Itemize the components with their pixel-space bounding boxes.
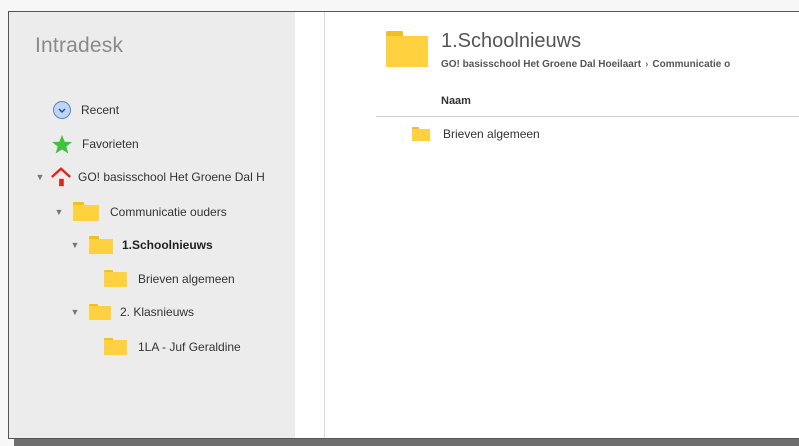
tree-item-klasnieuws[interactable]: ▼ 2. Klasnieuws [70,304,194,320]
sidebar-item-label: Favorieten [82,137,139,151]
caret-down-icon[interactable]: ▼ [70,307,80,317]
pane-divider[interactable] [324,12,325,438]
breadcrumb-item[interactable]: GO! basisschool Het Groene Dal Hoeilaart [441,59,641,70]
app-window: Intradesk Recent Favorieten ▼ GO! basiss… [8,11,799,439]
tree-item-label: Communicatie ouders [110,204,227,219]
sidebar: Intradesk Recent Favorieten ▼ GO! basiss… [9,12,295,438]
tree-item-label: 1LA - Juf Geraldine [138,339,241,354]
folder-icon [89,304,111,320]
breadcrumb-separator: › [645,59,649,70]
tree-item-label: 1.Schoolnieuws [122,238,213,252]
folder-icon [104,270,127,287]
home-icon [51,167,71,187]
tree-item-schoolnieuws[interactable]: ▼ 1.Schoolnieuws [70,236,213,254]
tree-item-label: Brieven algemeen [138,271,235,286]
caret-down-icon[interactable]: ▼ [70,240,80,250]
column-header-naam[interactable]: Naam [441,95,471,107]
list-item[interactable]: Brieven algemeen [412,127,540,141]
clock-icon [53,101,71,119]
caret-down-icon[interactable]: ▼ [35,172,45,182]
folder-icon [89,236,113,254]
folder-icon [412,127,430,141]
folder-icon [73,202,99,221]
header-divider [376,116,799,117]
tree-item-communicatie-ouders[interactable]: ▼ Communicatie ouders [54,202,227,221]
tree-item-school[interactable]: ▼ GO! basisschool Het Groene Dal H [35,166,265,188]
app-title: Intradesk [35,34,124,57]
sidebar-item-favorites[interactable]: Favorieten [51,134,139,154]
folder-icon [386,31,428,67]
tree-item-brieven-algemeen[interactable]: Brieven algemeen [104,270,235,287]
breadcrumb: GO! basisschool Het Groene Dal Hoeilaart… [441,59,730,70]
sidebar-item-recent[interactable]: Recent [53,101,119,119]
folder-title: 1.Schoolnieuws [441,30,582,52]
tree-item-label: GO! basisschool Het Groene Dal H [78,170,265,184]
sidebar-item-label: Recent [81,103,120,117]
tree-item-1la-juf-geraldine[interactable]: 1LA - Juf Geraldine [104,338,241,355]
caret-down-icon[interactable]: ▼ [54,207,64,217]
tree-item-label: 2. Klasnieuws [120,305,195,319]
folder-icon [104,338,127,355]
breadcrumb-item[interactable]: Communicatie o [652,59,730,70]
item-name: Brieven algemeen [443,127,540,141]
star-icon [52,134,72,154]
